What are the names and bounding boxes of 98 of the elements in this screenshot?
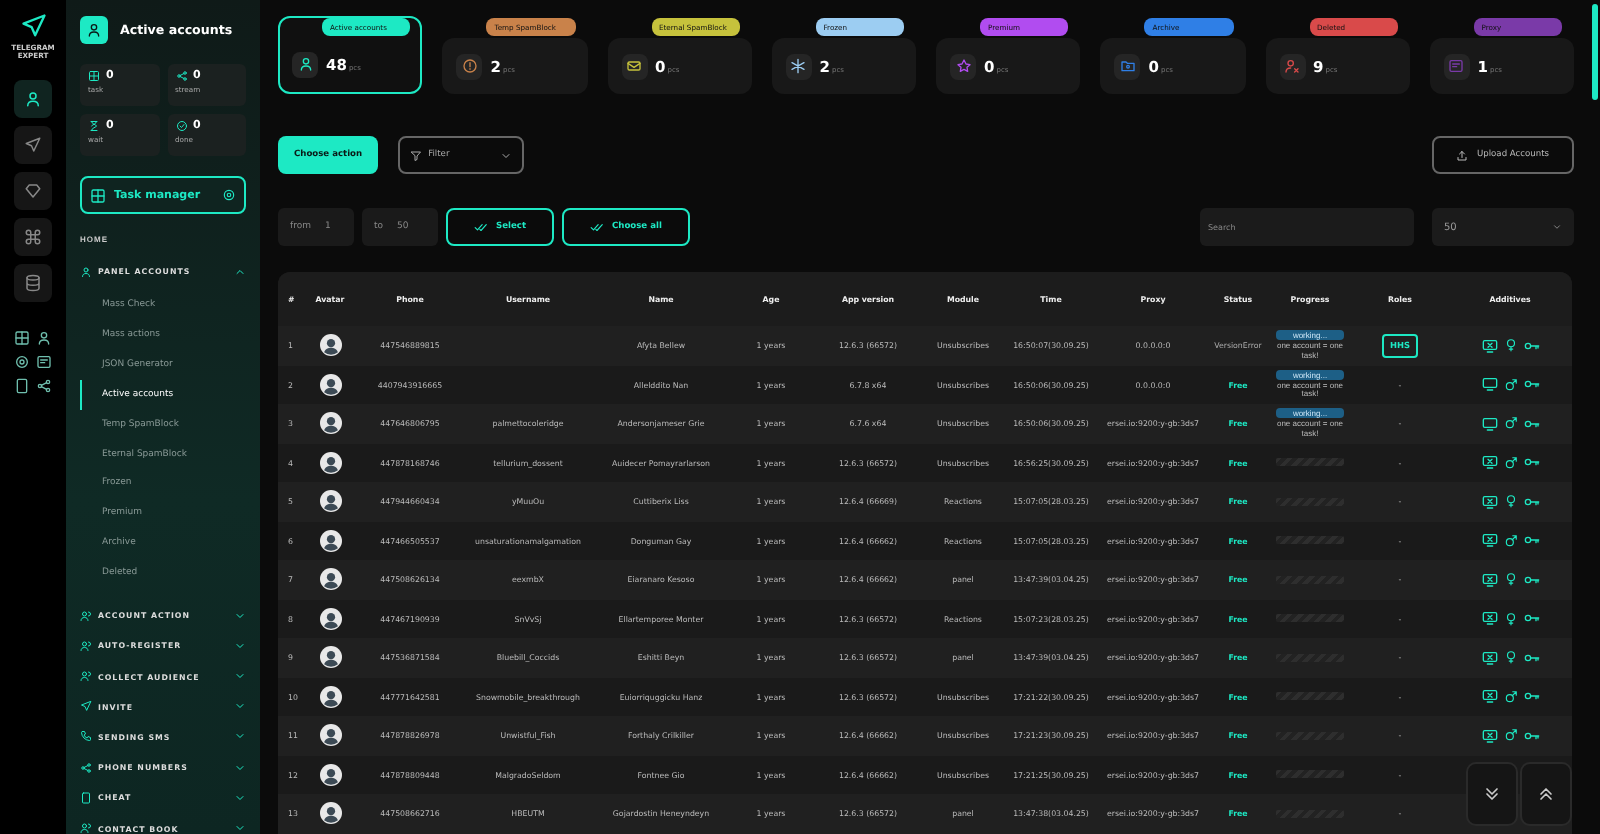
grid-icon bbox=[88, 70, 100, 82]
avatar-icon bbox=[319, 334, 341, 357]
double-check-icon bbox=[474, 220, 488, 234]
check-circle-icon bbox=[175, 120, 187, 132]
scrollbar[interactable] bbox=[1592, 4, 1598, 100]
scroll-up-button[interactable] bbox=[1520, 762, 1572, 826]
key-icon[interactable] bbox=[1523, 376, 1539, 393]
monitor-crossed-icon[interactable] bbox=[1481, 337, 1497, 354]
key-icon[interactable] bbox=[1523, 649, 1539, 666]
monitor-crossed-icon[interactable] bbox=[1481, 571, 1497, 588]
key-icon[interactable] bbox=[1523, 415, 1539, 432]
paper-plane-logo-icon bbox=[19, 12, 47, 40]
command-icon bbox=[24, 227, 42, 246]
male-symbol-icon[interactable] bbox=[1503, 689, 1517, 704]
monitor-crossed-icon[interactable] bbox=[1481, 727, 1497, 744]
section-icon bbox=[80, 265, 92, 278]
key-icon[interactable] bbox=[1523, 493, 1539, 510]
male-symbol-icon[interactable] bbox=[1503, 377, 1517, 392]
avatar-icon bbox=[319, 724, 341, 747]
section-icon bbox=[80, 609, 92, 622]
snowflake-icon bbox=[790, 58, 807, 74]
female-symbol-icon[interactable] bbox=[1503, 494, 1517, 509]
section-icon bbox=[80, 791, 92, 804]
double-chevron-down-icon bbox=[1482, 784, 1502, 804]
monitor-icon[interactable] bbox=[1481, 376, 1497, 393]
monitor-crossed-icon[interactable] bbox=[1481, 610, 1497, 627]
settings-icon[interactable] bbox=[14, 353, 30, 370]
envelope-icon bbox=[626, 58, 642, 74]
rail-button[interactable] bbox=[14, 171, 52, 210]
user-icon[interactable] bbox=[36, 329, 52, 346]
double-chevron-up-icon bbox=[1536, 784, 1556, 804]
card-icon bbox=[1448, 58, 1465, 74]
avatar-icon bbox=[319, 685, 341, 708]
warning-icon bbox=[461, 58, 478, 74]
monitor-crossed-icon[interactable] bbox=[1481, 454, 1497, 471]
user-icon bbox=[297, 56, 313, 72]
grid-icon[interactable] bbox=[14, 329, 30, 346]
filter-icon bbox=[410, 149, 423, 161]
section-icon bbox=[80, 730, 92, 743]
section-icon bbox=[80, 822, 92, 834]
female-symbol-icon[interactable] bbox=[1503, 650, 1517, 665]
male-symbol-icon[interactable] bbox=[1503, 416, 1517, 431]
share-icon[interactable] bbox=[36, 377, 52, 394]
user-remove-icon bbox=[1284, 58, 1300, 74]
avatar-icon bbox=[319, 568, 341, 591]
star-icon bbox=[955, 58, 971, 74]
avatar-icon bbox=[319, 412, 341, 435]
database-icon bbox=[24, 273, 42, 292]
avatar-icon bbox=[319, 373, 341, 396]
diamond-icon bbox=[24, 181, 42, 200]
male-symbol-icon[interactable] bbox=[1503, 533, 1517, 548]
avatar-icon bbox=[319, 646, 341, 669]
folder-icon bbox=[1119, 58, 1136, 74]
upload-icon bbox=[1456, 149, 1469, 161]
avatar-icon bbox=[319, 607, 341, 630]
document-icon[interactable] bbox=[14, 377, 30, 394]
avatar-icon bbox=[319, 529, 341, 552]
section-icon bbox=[80, 639, 92, 652]
section-icon bbox=[80, 700, 92, 713]
female-symbol-icon[interactable] bbox=[1503, 572, 1517, 587]
rail-button[interactable] bbox=[14, 125, 52, 164]
chevron-down-icon bbox=[1552, 222, 1562, 232]
key-icon[interactable] bbox=[1523, 571, 1539, 588]
key-icon[interactable] bbox=[1523, 688, 1539, 705]
monitor-crossed-icon[interactable] bbox=[1481, 532, 1497, 549]
rail-button[interactable] bbox=[14, 263, 52, 302]
double-check-icon bbox=[590, 220, 604, 234]
chevron-down-icon bbox=[500, 149, 513, 161]
avatar-icon bbox=[319, 802, 341, 825]
user-icon bbox=[24, 89, 42, 108]
avatar-icon bbox=[319, 763, 341, 786]
rail-button[interactable] bbox=[14, 217, 52, 256]
monitor-icon[interactable] bbox=[1481, 415, 1497, 432]
hourglass-icon bbox=[88, 120, 100, 132]
avatar-icon bbox=[319, 451, 341, 474]
key-icon[interactable] bbox=[1523, 727, 1539, 744]
section-icon bbox=[80, 761, 92, 774]
female-symbol-icon[interactable] bbox=[1503, 611, 1517, 626]
monitor-crossed-icon[interactable] bbox=[1481, 688, 1497, 705]
avatar-icon bbox=[319, 490, 341, 513]
settings-icon bbox=[222, 188, 236, 202]
section-icon bbox=[80, 670, 92, 683]
monitor-crossed-icon[interactable] bbox=[1481, 649, 1497, 666]
key-icon[interactable] bbox=[1523, 337, 1539, 354]
key-icon[interactable] bbox=[1523, 532, 1539, 549]
card-icon[interactable] bbox=[36, 353, 52, 370]
share-icon bbox=[175, 70, 187, 82]
male-symbol-icon[interactable] bbox=[1503, 728, 1517, 743]
grid-icon bbox=[90, 187, 106, 203]
monitor-crossed-icon[interactable] bbox=[1481, 493, 1497, 510]
user-icon bbox=[86, 22, 102, 38]
male-symbol-icon[interactable] bbox=[1503, 455, 1517, 470]
key-icon[interactable] bbox=[1523, 454, 1539, 471]
scroll-down-button[interactable] bbox=[1466, 762, 1518, 826]
send-icon bbox=[24, 135, 42, 154]
rail-button[interactable] bbox=[14, 79, 52, 118]
key-icon[interactable] bbox=[1523, 610, 1539, 627]
female-symbol-icon[interactable] bbox=[1503, 338, 1517, 353]
